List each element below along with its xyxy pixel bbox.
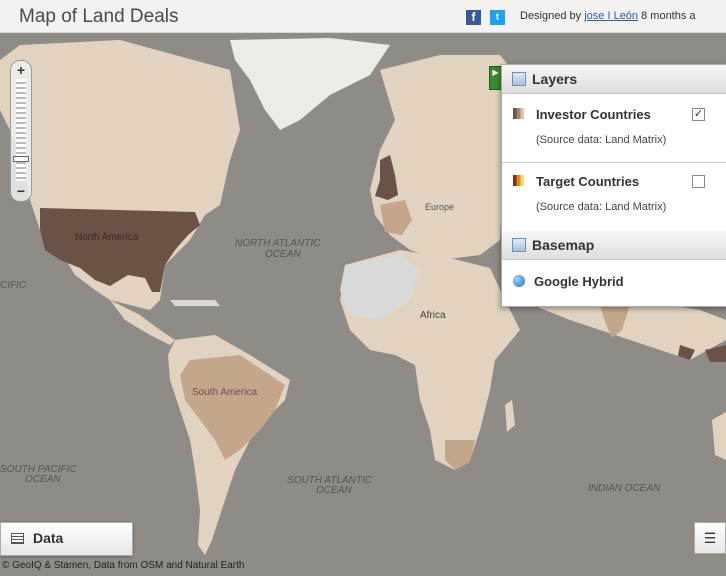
label-europe: Europe <box>425 202 454 212</box>
basemap-title: Basemap <box>532 237 595 253</box>
investor-layer-label: Investor Countries <box>536 107 651 122</box>
basemap-header[interactable]: Basemap <box>502 231 726 260</box>
list-menu-button[interactable]: ☰ <box>694 522 726 554</box>
target-source-text: (Source data: Land Matrix) <box>536 201 667 213</box>
layers-panel: Layers Investor Countries ✓ (Source data… <box>501 64 726 307</box>
investor-layer-checkbox[interactable]: ✓ <box>692 108 705 121</box>
label-north-atlantic-2: OCEAN <box>265 249 301 260</box>
label-north-america: North America <box>75 232 139 243</box>
investor-legend-icon <box>513 108 524 119</box>
basemap-icon <box>512 238 526 252</box>
label-pacific-partial: CIFIC <box>0 280 27 291</box>
label-indian-ocean: INDIAN OCEAN <box>588 483 661 494</box>
divider <box>502 162 726 163</box>
globe-icon <box>513 275 525 287</box>
label-south-america: South America <box>192 387 257 398</box>
basemap-option-google-hybrid[interactable]: Google Hybrid <box>534 274 624 289</box>
zoom-in-button[interactable]: + <box>11 62 31 78</box>
map-attribution: © GeoIQ & Stamen, Data from OSM and Natu… <box>2 560 245 571</box>
target-layer-label: Target Countries <box>536 174 640 189</box>
layers-title: Layers <box>532 71 578 87</box>
author-link[interactable]: jose I León <box>584 10 638 22</box>
investor-source-text: (Source data: Land Matrix) <box>536 134 667 146</box>
data-button[interactable]: Data <box>0 522 133 556</box>
zoom-out-button[interactable]: − <box>11 183 31 199</box>
layers-icon <box>512 72 526 86</box>
page-title: Map of Land Deals <box>19 6 179 27</box>
facebook-icon[interactable]: f <box>466 10 481 25</box>
caribbean-shape <box>170 300 220 306</box>
label-south-pacific-2: OCEAN <box>25 474 61 485</box>
data-button-label: Data <box>33 530 64 546</box>
twitter-icon[interactable]: t <box>490 10 505 25</box>
zoom-slider-track[interactable] <box>16 79 26 181</box>
credit-suffix: 8 months a <box>641 10 696 22</box>
label-north-atlantic-1: NORTH ATLANTIC <box>235 238 321 249</box>
label-africa: Africa <box>420 310 446 321</box>
label-south-atlantic-2: OCEAN <box>316 485 352 496</box>
designer-credit: Designed by jose I León 8 months a <box>520 10 696 22</box>
target-legend-icon <box>513 175 524 186</box>
credit-prefix: Designed by <box>520 10 582 22</box>
target-layer-checkbox[interactable] <box>692 175 705 188</box>
table-icon <box>11 533 24 544</box>
zoom-slider-handle[interactable] <box>13 155 29 162</box>
header-bar: Map of Land Deals f t Designed by jose I… <box>0 0 726 33</box>
layers-header[interactable]: Layers <box>502 65 726 94</box>
zoom-control: + − <box>10 60 32 202</box>
